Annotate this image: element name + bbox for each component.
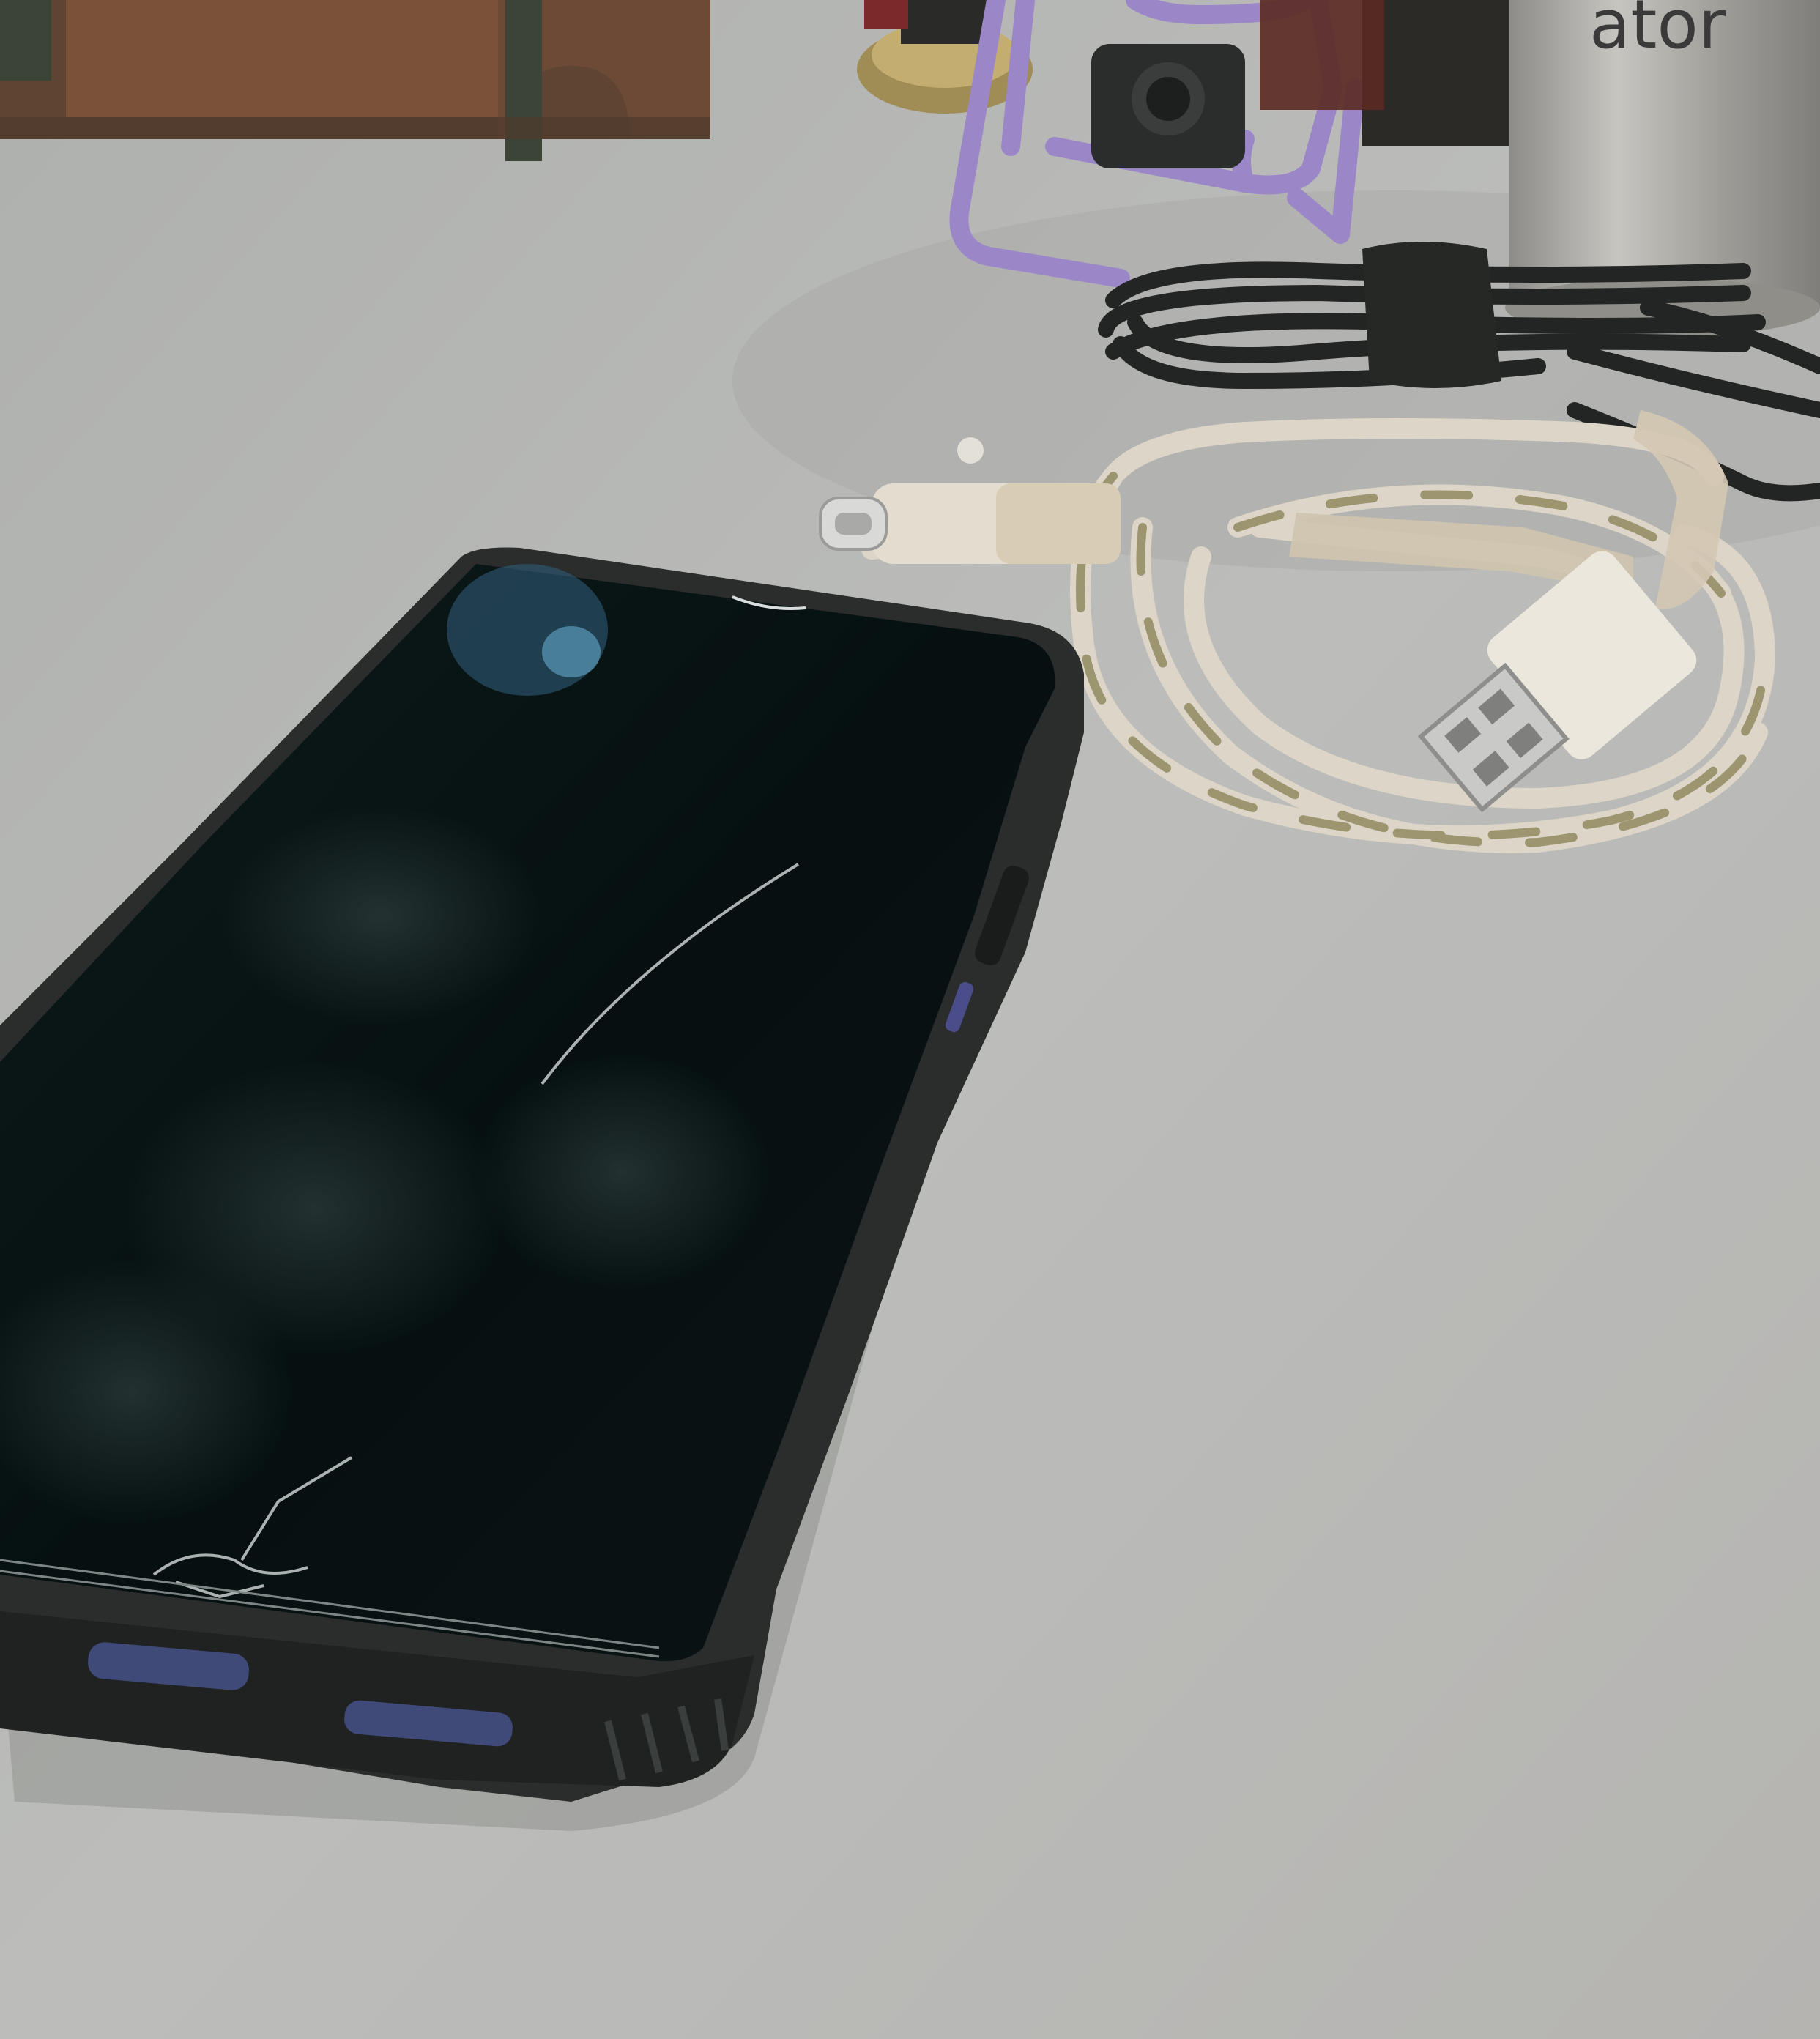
wooden-organizer	[0, 0, 710, 161]
crumb	[957, 437, 984, 464]
screen-smudge-3	[476, 1055, 769, 1289]
photo-svg: ator	[0, 0, 1820, 2039]
dark-box	[1362, 0, 1531, 146]
screen-reflection-2	[542, 626, 601, 677]
photo-scene: ator	[0, 0, 1820, 2039]
stand-knob	[1091, 44, 1245, 168]
metal-canister: ator	[1505, 0, 1820, 337]
canister-label: ator	[1589, 0, 1726, 64]
velcro-strap	[1362, 242, 1501, 388]
brown-box	[1260, 0, 1384, 110]
screen-smudge-1	[220, 806, 542, 1025]
